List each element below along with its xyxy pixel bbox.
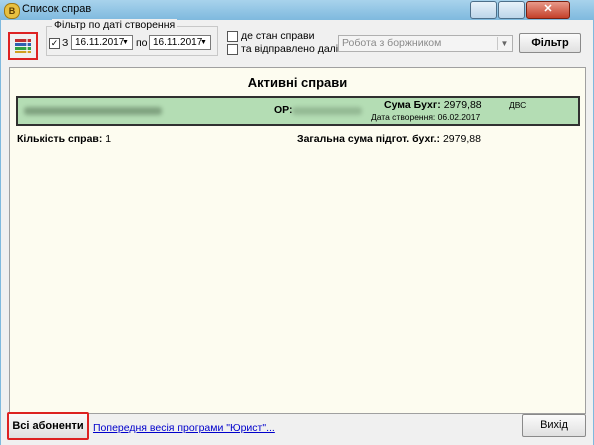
sent-filter-checkbox[interactable] [227, 44, 238, 55]
window-title: Список справ [22, 3, 92, 15]
case-op-label: ОР: [274, 104, 293, 116]
panel-title: Активні справи [247, 75, 348, 90]
date-to-label: по [136, 37, 148, 49]
case-list-tool-button[interactable] [8, 32, 38, 60]
chevron-down-icon[interactable]: ▼ [120, 37, 131, 48]
sent-filter-label: та відправлено далі [241, 43, 339, 55]
state-filter-label: де стан справи [241, 30, 315, 42]
maximize-button[interactable] [498, 1, 525, 19]
redacted-op-number [292, 107, 362, 115]
date-from-picker[interactable]: 16.11.2017 ▼ [71, 35, 133, 50]
case-sum-field: Сума Бухг: 2979,88 [384, 99, 482, 111]
all-subscribers-button[interactable]: Всі абоненти [7, 412, 89, 440]
exit-button[interactable]: Вихід [522, 414, 586, 437]
background-taskbar-item [150, 4, 260, 16]
chevron-down-icon[interactable]: ▼ [198, 37, 209, 48]
background-taskbar-item [310, 4, 370, 16]
date-from-value: 16.11.2017 [75, 37, 125, 48]
total-sum: Загальна сума підгот. бухг.: 2979,88 [297, 133, 481, 145]
date-from-label: З [62, 37, 69, 49]
date-to-picker[interactable]: 16.11.2017 ▼ [149, 35, 211, 50]
dialog-window: Фільтр по даті створення ✓ З 16.11.2017 … [0, 19, 594, 445]
date-filter-group-label: Фільтр по даті створення [52, 19, 178, 31]
previous-version-link[interactable]: Попередня весія програми "Юрист"... [93, 422, 275, 434]
date-filter-checkbox[interactable]: ✓ [49, 38, 60, 49]
redacted-debtor-name [24, 107, 162, 115]
close-button[interactable]: ✕ [526, 1, 570, 19]
filter-button[interactable]: Фільтр [519, 33, 581, 53]
date-to-value: 16.11.2017 [153, 37, 203, 48]
case-state-select[interactable]: Робота з боржником ▼ [338, 35, 513, 52]
stacked-books-icon [15, 39, 31, 53]
active-cases-panel: Активні справи ОР: Сума Бухг: 2979,88 ДВ… [9, 67, 586, 414]
case-state-value: Робота з боржником [342, 37, 442, 49]
minimize-button[interactable] [470, 1, 497, 19]
state-filter-checkbox[interactable] [227, 31, 238, 42]
title-bar: B Список справ ✕ [0, 0, 594, 20]
case-created-field: Дата створення: 06.02.2017 [371, 112, 481, 122]
case-dvs-tag: ДВС [509, 100, 527, 110]
case-row[interactable]: ОР: Сума Бухг: 2979,88 ДВС Дата створенн… [16, 96, 580, 126]
case-count: Кількість справ: 1 [17, 133, 112, 145]
chevron-down-icon[interactable]: ▼ [497, 37, 511, 50]
app-icon: B [4, 3, 20, 19]
